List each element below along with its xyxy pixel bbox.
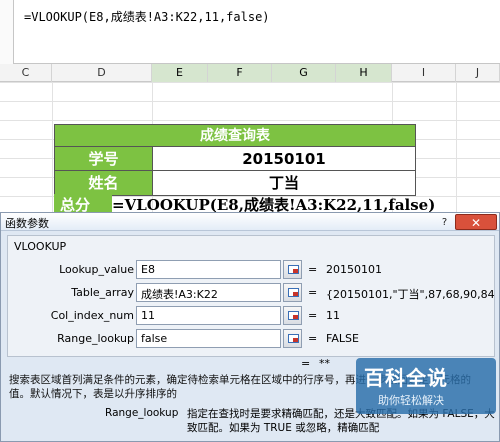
equals-sign: =	[308, 263, 318, 276]
column-header-row: C D E F G H I J	[0, 64, 500, 82]
formula-bar-gutter	[0, 0, 14, 64]
column-header-j[interactable]: J	[456, 64, 500, 82]
arg-label: Col_index_num	[50, 309, 134, 322]
arg-row-range-lookup: Range_lookup false = FALSE	[8, 329, 496, 349]
collapse-dialog-icon[interactable]	[283, 260, 302, 279]
collapse-dialog-icon[interactable]	[283, 283, 302, 302]
table-row: 姓名 丁当	[55, 171, 415, 195]
formula-text[interactable]: =VLOOKUP(E8,成绩表!A3:K22,11,false)	[24, 8, 270, 25]
column-header-e[interactable]: E	[152, 64, 208, 82]
arg-label: Lookup_value	[59, 263, 134, 276]
arg-result: 20150101	[326, 263, 382, 276]
param-description-label: Range_lookup	[105, 407, 179, 419]
arg-row-table-array: Table_array 成绩表!A3:K22 = {20150101,"丁当",…	[8, 283, 496, 303]
table-array-input[interactable]: 成绩表!A3:K22	[136, 283, 281, 302]
table-title[interactable]: 成绩查询表	[55, 125, 415, 147]
column-header-h[interactable]: H	[336, 64, 392, 82]
arg-result: {20150101,"丁当",87,68,90,84,85,41	[326, 288, 494, 301]
arg-label: Range_lookup	[57, 332, 134, 345]
score-query-table: 成绩查询表 学号 20150101 姓名 丁当	[54, 124, 416, 196]
arg-result: 11	[326, 309, 340, 322]
col-index-num-input[interactable]: 11	[136, 306, 281, 325]
equals-sign: =	[308, 309, 318, 322]
equals-sign: =	[308, 286, 318, 299]
dialog-titlebar[interactable]: 函数参数 ? ✕	[1, 213, 499, 231]
grid-line	[52, 82, 53, 232]
table-row: 学号 20150101	[55, 147, 415, 171]
equals-sign: =	[308, 332, 318, 345]
help-button[interactable]: ?	[438, 216, 451, 229]
student-name-label[interactable]: 姓名	[55, 171, 153, 195]
collapse-dialog-icon[interactable]	[283, 329, 302, 348]
arg-label: Table_array	[71, 286, 134, 299]
close-button[interactable]: ✕	[455, 214, 497, 230]
formula-result: **	[319, 357, 330, 370]
watermark-logo: 百科全说 助你轻松解决	[356, 358, 496, 414]
column-header-d[interactable]: D	[52, 64, 152, 82]
function-name: VLOOKUP	[14, 240, 67, 253]
student-id-value[interactable]: 20150101	[153, 147, 415, 170]
arg-row-col-index-num: Col_index_num 11 = 11	[8, 306, 496, 326]
student-name-value[interactable]: 丁当	[153, 171, 415, 195]
column-header-c[interactable]: C	[0, 64, 52, 82]
lookup-value-input[interactable]: E8	[136, 260, 281, 279]
column-header-i[interactable]: I	[392, 64, 456, 82]
watermark-title: 百科全说	[364, 366, 448, 390]
arg-row-lookup-value: Lookup_value E8 = 20150101	[8, 260, 496, 280]
dialog-title: 函数参数	[5, 217, 49, 230]
student-id-label[interactable]: 学号	[55, 147, 153, 170]
arguments-panel: VLOOKUP Lookup_value E8 = 20150101 Table…	[7, 235, 495, 357]
range-lookup-input[interactable]: false	[136, 329, 281, 348]
equals-sign: =	[301, 357, 311, 370]
watermark-subtitle: 助你轻松解决	[378, 394, 444, 407]
column-header-f[interactable]: F	[208, 64, 272, 82]
arg-result: FALSE	[326, 332, 359, 345]
formula-bar[interactable]: =VLOOKUP(E8,成绩表!A3:K22,11,false)	[0, 0, 500, 64]
collapse-dialog-icon[interactable]	[283, 306, 302, 325]
column-header-g[interactable]: G	[272, 64, 336, 82]
